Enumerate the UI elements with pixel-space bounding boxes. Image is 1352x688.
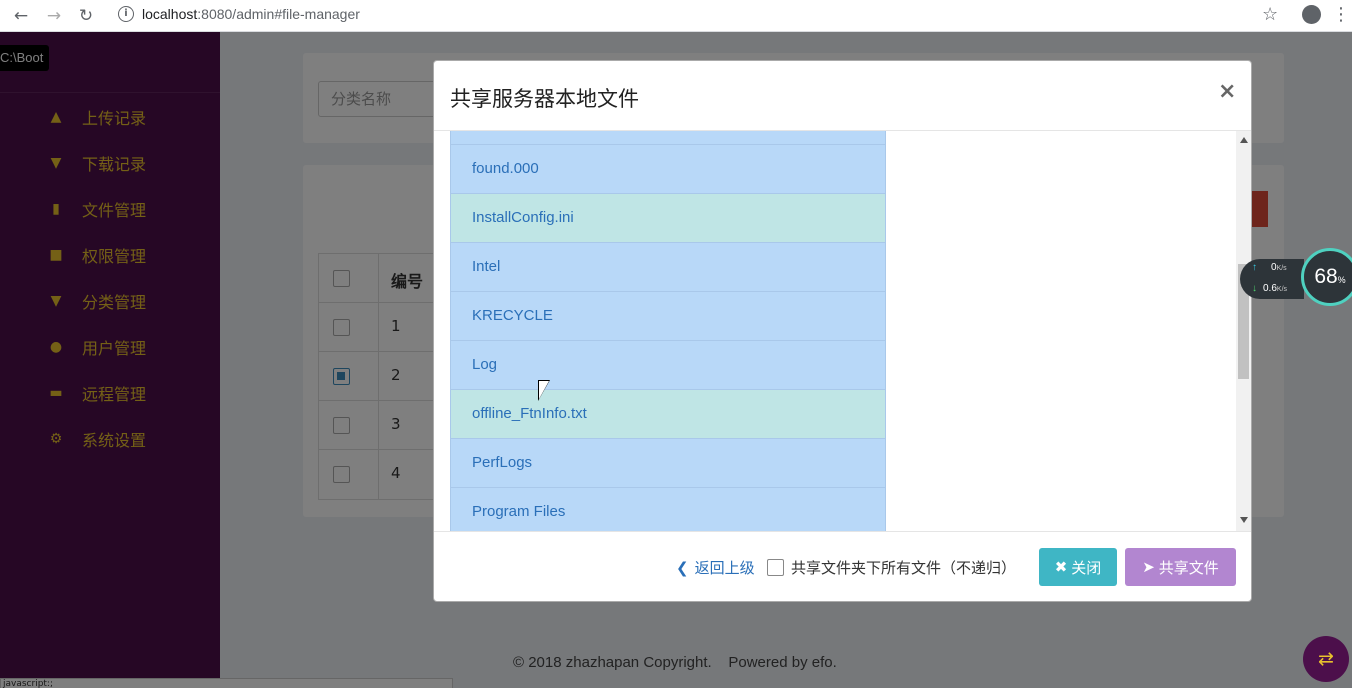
retweet-icon: ⇄: [1318, 648, 1334, 670]
upload-unit: K/s: [1276, 265, 1287, 272]
share-local-files-dialog: 共享服务器本地文件 × found.000 InstallConfig.ini …: [433, 60, 1252, 602]
modal-footer: ❮ 返回上级 共享文件夹下所有文件（不递归） ✖ 关闭 ➤ 共享文件: [434, 531, 1251, 601]
gauge-unit: %: [1337, 275, 1346, 285]
browser-toolbar: ← → ↻ i localhost:8080/admin#file-manage…: [0, 0, 1352, 32]
list-item[interactable]: Program Files: [450, 488, 886, 531]
download-speed: ↓ 0.6K/s: [1252, 283, 1287, 294]
address-bar[interactable]: i localhost:8080/admin#file-manager: [108, 2, 1288, 28]
star-icon[interactable]: ☆: [1262, 4, 1278, 25]
back-label: 返回上级: [694, 559, 755, 577]
modal-title: 共享服务器本地文件: [450, 87, 639, 111]
scroll-down-icon[interactable]: [1240, 517, 1248, 523]
url-text[interactable]: localhost:8080/admin#file-manager: [142, 6, 360, 22]
share-all-files-option[interactable]: 共享文件夹下所有文件（不递归）: [767, 557, 1016, 578]
list-item[interactable]: InstallConfig.ini: [450, 194, 886, 243]
memory-gauge[interactable]: 68%: [1301, 248, 1352, 306]
times-icon: ✖: [1054, 558, 1068, 576]
url-path: :8080/admin#file-manager: [197, 6, 360, 22]
share-all-files-label: 共享文件夹下所有文件（不递归）: [791, 559, 1017, 577]
modal-body: found.000 InstallConfig.ini Intel KRECYC…: [434, 131, 1251, 531]
list-item[interactable]: found.000: [450, 145, 886, 194]
share-all-files-checkbox[interactable]: [767, 559, 784, 576]
account-icon[interactable]: [1302, 5, 1321, 24]
chevron-left-icon: ❮: [676, 558, 689, 577]
share-button-label: 共享文件: [1158, 558, 1219, 577]
arrow-right-icon[interactable]: →: [42, 4, 66, 28]
info-icon[interactable]: i: [118, 6, 134, 22]
modal-header: 共享服务器本地文件 ×: [434, 61, 1251, 131]
url-host: localhost: [142, 6, 198, 22]
arrow-down-icon: ↓: [1252, 283, 1257, 294]
download-unit: K/s: [1276, 286, 1288, 293]
gauge-value: 68: [1314, 265, 1338, 288]
mouse-cursor: [539, 381, 549, 399]
list-item[interactable]: Intel: [450, 243, 886, 292]
list-item[interactable]: Log: [450, 341, 886, 390]
more-vert-icon[interactable]: ⋮: [1332, 3, 1350, 27]
list-item[interactable]: PerfLogs: [450, 439, 886, 488]
share-files-button[interactable]: ➤ 共享文件: [1125, 548, 1236, 586]
close-icon[interactable]: ×: [1218, 79, 1236, 105]
paper-plane-icon: ➤: [1142, 558, 1155, 576]
arrow-up-icon: ↑: [1252, 262, 1257, 273]
modal-scrollbar[interactable]: [1236, 131, 1251, 531]
list-item-partial[interactable]: [450, 131, 886, 145]
upload-speed: ↑ 0K/s: [1252, 262, 1287, 273]
back-to-parent-link[interactable]: ❮ 返回上级: [676, 557, 755, 578]
close-button[interactable]: ✖ 关闭: [1039, 548, 1117, 586]
list-item[interactable]: offline_FtnInfo.txt: [450, 390, 886, 439]
list-item[interactable]: KRECYCLE: [450, 292, 886, 341]
refresh-fab[interactable]: ⇄: [1303, 636, 1349, 682]
close-button-label: 关闭: [1071, 558, 1102, 577]
arrow-left-icon[interactable]: ←: [9, 4, 33, 28]
download-value: 0.6: [1263, 283, 1277, 294]
reload-icon[interactable]: ↻: [74, 4, 98, 28]
network-speed-widget[interactable]: ↑ 0K/s ↓ 0.6K/s: [1240, 259, 1304, 299]
scroll-up-icon[interactable]: [1240, 137, 1248, 143]
